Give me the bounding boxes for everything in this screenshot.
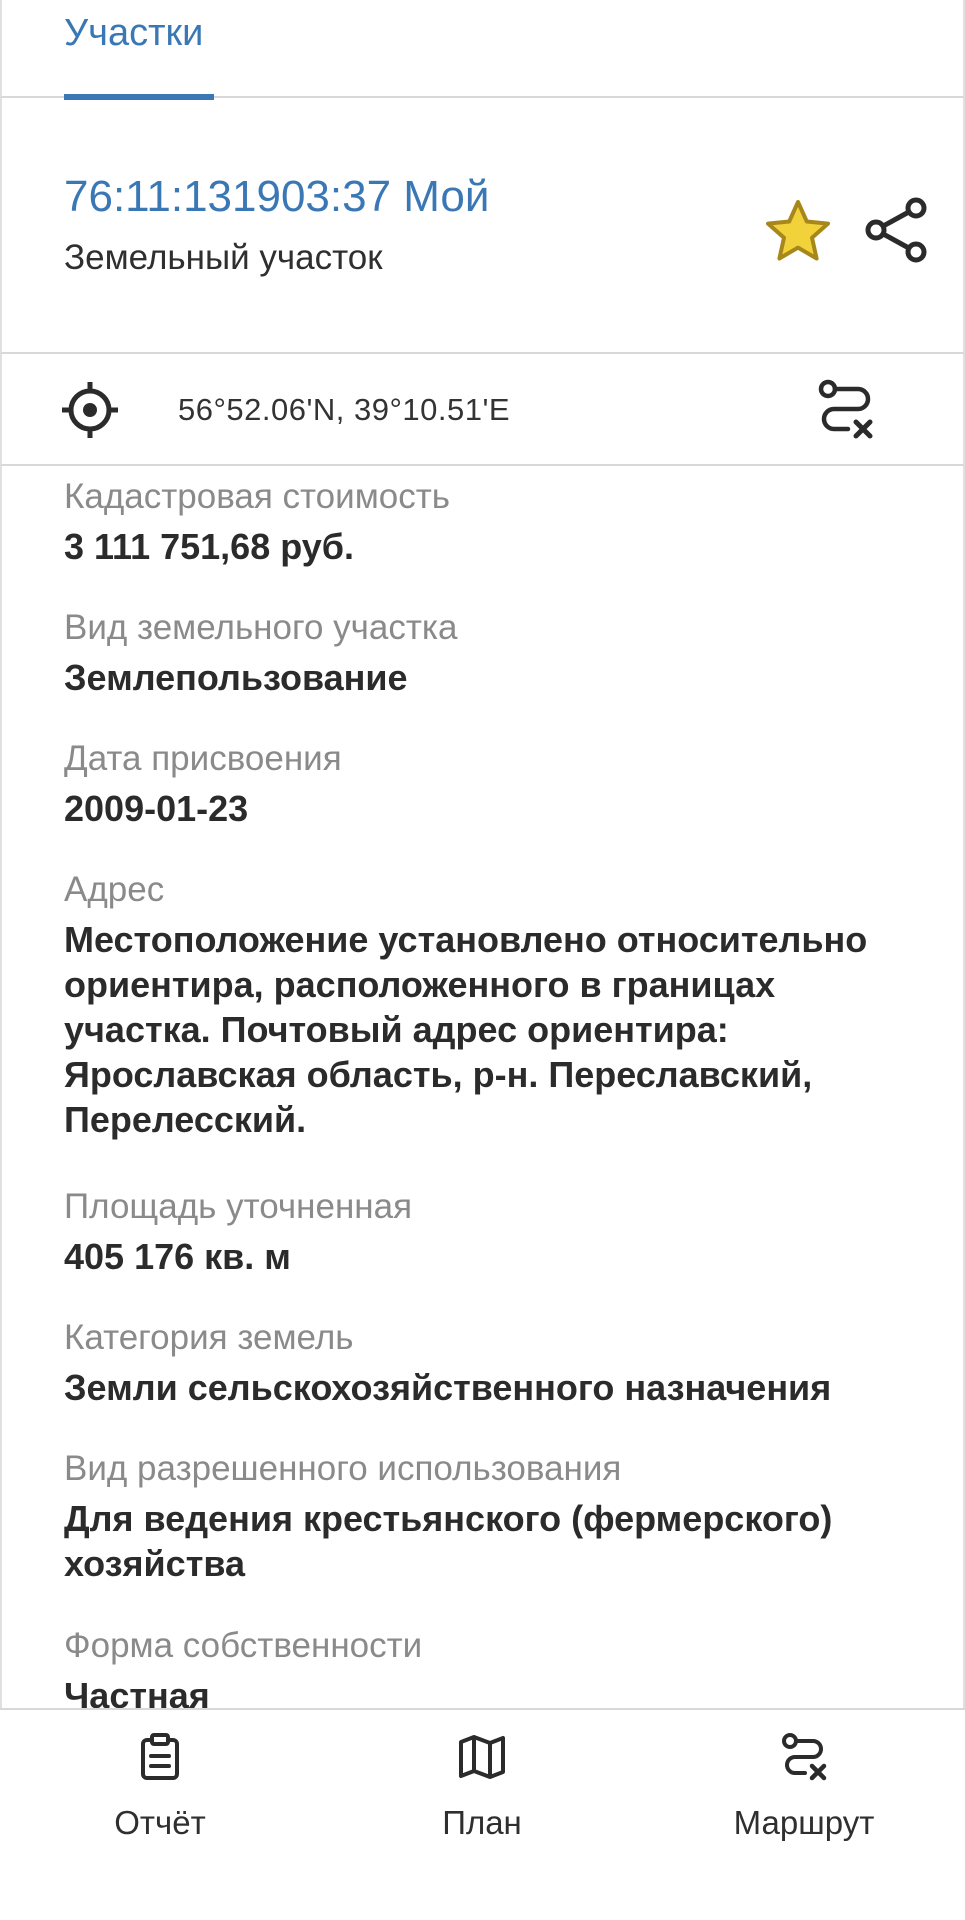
nav-plan[interactable]: План — [382, 1710, 582, 1860]
property-label: Вид земельного участка — [64, 608, 458, 647]
route-off-button[interactable] — [814, 378, 878, 442]
property-value: Для ведения крестьянского (фермерского) … — [64, 1498, 833, 1584]
route-icon — [782, 1733, 827, 1781]
tab-parcels[interactable]: Участки — [64, 0, 214, 100]
nav-report-label: Отчёт — [114, 1804, 206, 1841]
property-list[interactable]: Кадастровая стоимость 3 111 751,68 руб. … — [0, 466, 965, 1708]
property-value: 405 176 кв. м — [64, 1236, 291, 1277]
property-value: Землепользование — [64, 657, 408, 698]
parcel-cadastral-number: 76:11:131903:37 Мой — [64, 172, 490, 221]
property-label: Кадастровая стоимость — [64, 477, 450, 516]
parcel-type: Земельный участок — [64, 238, 383, 277]
tab-parcels-label: Участки — [64, 12, 204, 54]
nav-plan-label: План — [442, 1804, 522, 1841]
property-value: 2009-01-23 — [64, 788, 249, 829]
property-cadastral-value: Кадастровая стоимость 3 111 751,68 руб. — [64, 476, 924, 569]
share-button[interactable] — [858, 192, 934, 268]
star-icon — [766, 200, 830, 261]
property-label: Категория земель — [64, 1318, 354, 1357]
coordinates-value: 56°52.06'N, 39°10.51'E — [178, 392, 511, 427]
share-icon — [865, 197, 927, 263]
property-value: 3 111 751,68 руб. — [64, 526, 355, 567]
property-parcel-kind: Вид земельного участка Землепользование — [64, 607, 924, 700]
property-label: Форма собственности — [64, 1626, 423, 1665]
property-area: Площадь уточненная 405 176 кв. м — [64, 1186, 924, 1279]
property-value: Местоположение установлено относительно … — [64, 919, 868, 1140]
property-assignment-date: Дата присвоения 2009-01-23 — [64, 738, 924, 831]
nav-report[interactable]: Отчёт — [60, 1710, 260, 1860]
parcel-details-screen: Участки 76:11:131903:37 Мой Земельный уч… — [0, 0, 965, 1920]
property-value: Частная — [64, 1675, 210, 1708]
coordinates-row: 56°52.06'N, 39°10.51'E — [0, 354, 965, 466]
nav-route-label: Маршрут — [733, 1804, 875, 1841]
parcel-header: 76:11:131903:37 Мой Земельный участок — [0, 98, 965, 354]
property-label: Площадь уточненная — [64, 1187, 413, 1226]
crosshair-icon[interactable] — [60, 380, 120, 440]
property-land-category: Категория земель Земли сельскохозяйствен… — [64, 1317, 924, 1410]
clipboard-icon — [141, 1733, 179, 1780]
favorite-button[interactable] — [760, 194, 836, 270]
bottom-navigation: Отчёт План Маршрут — [0, 1708, 965, 1920]
property-ownership-form: Форма собственности Частная — [64, 1625, 924, 1708]
route-off-icon — [818, 379, 873, 439]
property-label: Вид разрешенного использования — [64, 1449, 622, 1488]
tab-bar: Участки — [0, 0, 965, 100]
property-permitted-use: Вид разрешенного использования Для веден… — [64, 1448, 924, 1586]
property-label: Адрес — [64, 870, 165, 909]
property-label: Дата присвоения — [64, 739, 342, 778]
property-address: Адрес Местоположение установлено относит… — [64, 869, 924, 1142]
nav-route[interactable]: Маршрут — [704, 1710, 904, 1860]
map-icon — [459, 1735, 505, 1779]
property-value: Земли сельскохозяйственного назначения — [64, 1367, 832, 1408]
